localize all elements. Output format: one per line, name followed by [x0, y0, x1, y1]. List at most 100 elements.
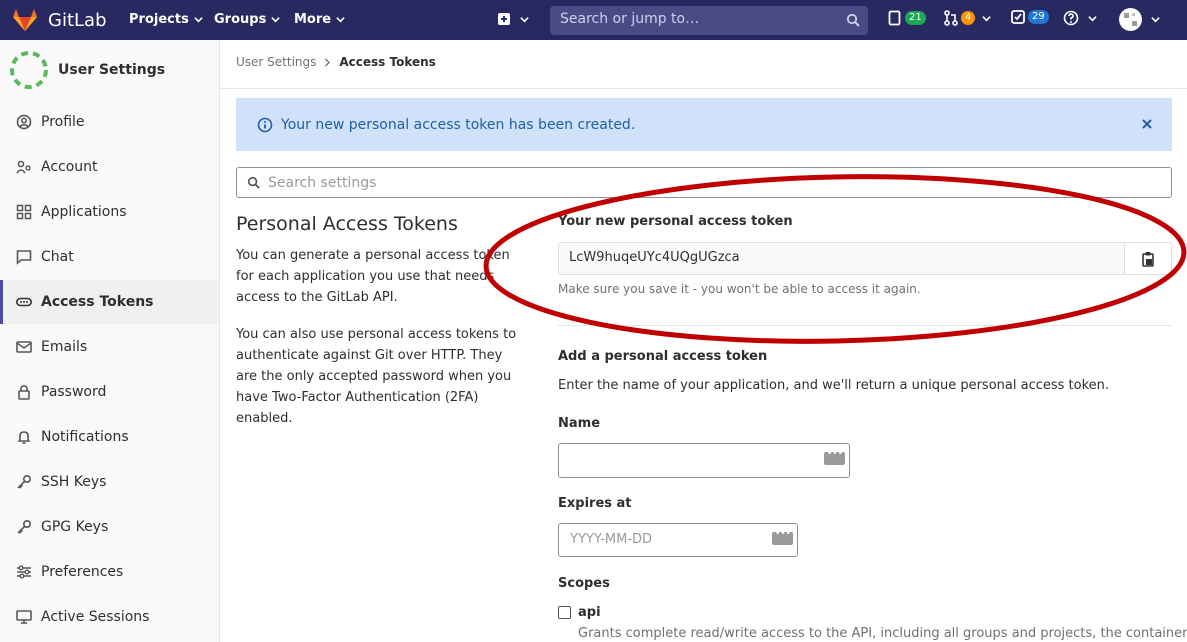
mail-icon [16, 341, 32, 353]
plus-square-icon [498, 13, 510, 25]
sidebar-item-label: Profile [41, 114, 85, 130]
settings-search-input[interactable]: Search settings [236, 167, 1172, 198]
sidebar-item-gpg-keys[interactable]: GPG Keys [0, 505, 219, 549]
chevron-down-icon [271, 17, 280, 23]
copy-token-button[interactable] [1125, 242, 1172, 275]
sidebar-item-chat[interactable]: Chat [0, 235, 219, 279]
gitlab-logo-icon [13, 9, 37, 31]
more-menu-label: More [294, 12, 332, 27]
sidebar-item-account[interactable]: Account [0, 145, 219, 189]
password-manager-icon[interactable] [824, 449, 845, 465]
info-circle-icon [257, 117, 273, 132]
chat-icon [16, 250, 32, 265]
sidebar-item-label: Emails [41, 339, 88, 355]
chevron-down-icon [982, 15, 992, 21]
sidebar-item-label: SSH Keys [41, 474, 107, 490]
more-menu[interactable]: More [294, 12, 345, 27]
merge-request-icon [944, 10, 958, 26]
flash-notice: Your new personal access token has been … [236, 98, 1172, 151]
expires-at-field[interactable]: YYYY-MM-DD [558, 523, 798, 557]
add-token-heading: Add a personal access token [558, 349, 768, 364]
breadcrumb: User Settings Access Tokens [236, 55, 436, 69]
sidebar-item-access-tokens[interactable]: Access Tokens [0, 280, 219, 324]
top-navbar: GitLab Projects Groups More Search or ju… [0, 0, 1187, 40]
chevron-down-icon [520, 16, 529, 22]
groups-menu[interactable]: Groups [214, 12, 280, 27]
sidebar-item-label: Access Tokens [41, 294, 154, 310]
key-icon [17, 474, 32, 489]
sidebar-header[interactable]: User Settings [10, 51, 165, 89]
global-search-input[interactable]: Search or jump to… [550, 6, 868, 35]
issues-link[interactable]: 21 [888, 10, 926, 26]
password-manager-icon[interactable] [772, 529, 793, 545]
expires-at-placeholder: YYYY-MM-DD [570, 532, 653, 547]
avatar [1119, 8, 1142, 31]
chevron-down-icon [194, 17, 203, 23]
sidebar-item-emails[interactable]: Emails [0, 325, 219, 369]
monitor-icon [16, 610, 32, 624]
sidebar-item-password[interactable]: Password [0, 370, 219, 414]
intro-paragraph-1: You can generate a personal access token… [236, 248, 510, 305]
issues-icon [888, 10, 901, 26]
help-menu[interactable] [1063, 10, 1097, 26]
sidebar-item-label: Notifications [41, 429, 129, 445]
chevron-down-icon [1088, 15, 1097, 21]
sidebar-item-applications[interactable]: Applications [0, 190, 219, 234]
bell-icon [17, 431, 31, 444]
name-field[interactable] [558, 443, 850, 478]
sidebar-item-label: GPG Keys [41, 519, 109, 535]
new-item-dropdown[interactable] [497, 12, 529, 26]
applications-icon [16, 204, 32, 220]
account-icon [16, 160, 31, 174]
sidebar-item-profile[interactable]: Profile [0, 100, 219, 144]
breadcrumb-current[interactable]: Access Tokens [339, 55, 435, 69]
sliders-icon [17, 565, 31, 579]
new-token-field[interactable]: LcW9huqeUYc4UQgUGzca [558, 242, 1125, 275]
global-search-placeholder: Search or jump to… [560, 11, 700, 27]
todos-link[interactable]: 29 [1011, 10, 1049, 24]
clipboard-icon [1142, 251, 1154, 267]
user-menu[interactable] [1119, 8, 1160, 31]
gitlab-home-link[interactable]: GitLab [12, 8, 107, 32]
todo-check-icon [1011, 10, 1025, 24]
sidebar-item-active-sessions[interactable]: Active Sessions [0, 595, 219, 639]
breadcrumb-parent-link[interactable]: User Settings [236, 55, 316, 69]
lock-icon [18, 385, 30, 400]
scope-api[interactable]: api [558, 605, 601, 620]
projects-menu[interactable]: Projects [129, 12, 203, 27]
flash-message: Your new personal access token has been … [281, 116, 636, 133]
scope-api-description: Grants complete read/write access to the… [578, 626, 1187, 641]
intro-paragraph-2: You can also use personal access tokens … [236, 327, 517, 426]
page-title: Personal Access Tokens [236, 213, 458, 235]
merge-requests-link[interactable]: 4 [944, 10, 992, 26]
sidebar-item-ssh-keys[interactable]: SSH Keys [0, 460, 219, 504]
key-icon [17, 519, 32, 534]
settings-sidebar: User Settings Profile Account Applicatio… [0, 40, 220, 642]
sidebar-item-label: Active Sessions [41, 609, 150, 625]
projects-menu-label: Projects [129, 12, 189, 27]
brand-name: GitLab [48, 9, 107, 31]
expires-label: Expires at [558, 496, 632, 511]
groups-menu-label: Groups [214, 12, 267, 27]
merge-requests-count-badge: 4 [961, 11, 976, 25]
chevron-down-icon [336, 17, 345, 23]
name-label: Name [558, 416, 601, 431]
chevron-down-icon [1151, 17, 1160, 23]
user-avatar-icon [10, 51, 48, 89]
todos-count-badge: 29 [1028, 10, 1049, 24]
scope-api-checkbox[interactable] [558, 606, 571, 619]
chevron-right-icon [325, 58, 331, 66]
sidebar-item-label: Chat [41, 249, 74, 265]
sidebar-item-label: Account [41, 159, 98, 175]
sidebar-item-preferences[interactable]: Preferences [0, 550, 219, 594]
add-token-description: Enter the name of your application, and … [558, 378, 1110, 393]
settings-search-placeholder: Search settings [268, 174, 377, 191]
search-icon [846, 13, 860, 27]
sidebar-item-notifications[interactable]: Notifications [0, 415, 219, 459]
close-icon[interactable] [1140, 117, 1154, 131]
new-token-group: LcW9huqeUYc4UQgUGzca [558, 242, 1172, 275]
profile-icon [16, 114, 32, 130]
new-token-help: Make sure you save it - you won't be abl… [558, 282, 921, 296]
scopes-label: Scopes [558, 576, 610, 591]
breadcrumb-divider [220, 88, 1187, 89]
